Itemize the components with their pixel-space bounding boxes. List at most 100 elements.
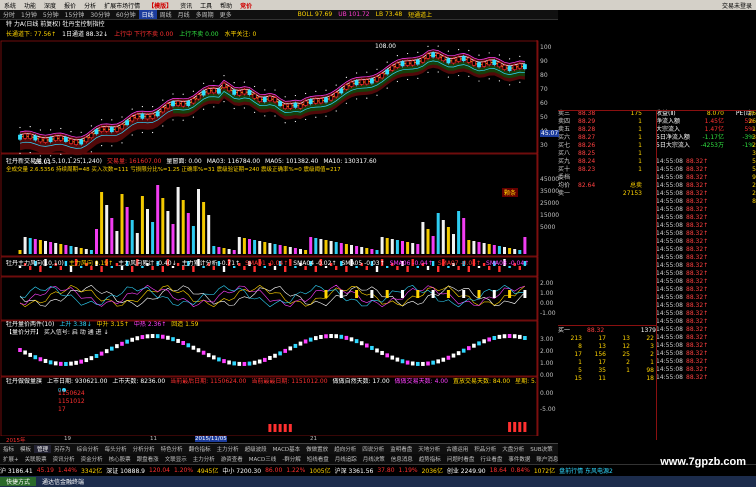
- indicator-tab[interactable]: 天地分析: [415, 445, 443, 453]
- signal-block: [375, 348, 379, 353]
- menu-item[interactable]: 工具: [196, 1, 216, 10]
- flow-label: 大宗流入: [656, 126, 681, 133]
- indicator-tab[interactable]: 趋向分析: [331, 445, 359, 453]
- envelope-dot: [376, 94, 378, 96]
- timeframe-tab[interactable]: 分时: [0, 10, 18, 19]
- indicator-tab[interactable]: 月线决策: [360, 455, 388, 463]
- indicator-tab[interactable]: 事件数据: [505, 455, 533, 463]
- indicator-tab[interactable]: 文联显示: [162, 455, 190, 463]
- menu-item[interactable]: 功能: [20, 1, 40, 10]
- indicator-tab[interactable]: MACD基本: [270, 445, 304, 453]
- candle-body: [232, 89, 237, 95]
- index-quote: 120.04: [149, 467, 170, 474]
- indicator-tab[interactable]: -群分解: [279, 455, 304, 463]
- candle-body: [385, 69, 390, 75]
- menu-item[interactable]: 深度: [40, 1, 60, 10]
- indicator-tab[interactable]: 资金分析: [78, 455, 106, 463]
- tick-price: 88.32↑: [686, 374, 709, 381]
- candle-body: [94, 129, 99, 135]
- volume-bar: [44, 241, 47, 254]
- timeframe-tab[interactable]: 多周期: [193, 10, 217, 19]
- tick-price: 88.32↑: [686, 214, 709, 221]
- indicator-tab[interactable]: 游资查看: [218, 455, 246, 463]
- timeframe-tab[interactable]: 60分钟: [113, 10, 139, 19]
- indicator-tab[interactable]: 模板: [17, 445, 34, 453]
- indicator-tab[interactable]: 古德运用: [443, 445, 471, 453]
- volume-bar: [186, 213, 190, 254]
- indicator-line: 长通道下: 77.56↑ 1日通道 88.32↓ 上行中 下行不卖 0.00 上行不卖…: [6, 30, 558, 40]
- indicator-tab[interactable]: 指标: [0, 445, 17, 453]
- indicator-tab[interactable]: 跟盘看涨: [134, 455, 162, 463]
- menu-item[interactable]: 报价: [60, 1, 80, 10]
- menu-item[interactable]: 【模版】: [144, 1, 176, 10]
- indicator-tab[interactable]: 行业看盘: [477, 455, 505, 463]
- indicator-tab[interactable]: 核心股票: [106, 455, 134, 463]
- menu-item[interactable]: 分析: [80, 1, 100, 10]
- menu-item[interactable]: 竞价: [236, 1, 256, 10]
- indicator-tab[interactable]: 综合分析: [74, 445, 102, 453]
- signal-block: [69, 361, 73, 366]
- timeframe-tab[interactable]: 1分钟: [18, 10, 40, 19]
- indicator-tab[interactable]: SMP决策: [556, 445, 558, 453]
- indicator-tab[interactable]: 月线追踪: [332, 455, 360, 463]
- envelope-dot: [141, 105, 143, 108]
- volume-bar: [513, 249, 517, 254]
- indicator-tab[interactable]: 特色分析: [158, 445, 186, 453]
- indicator-tab[interactable]: 监明看盘: [387, 445, 415, 453]
- timeframe-tab[interactable]: 15分钟: [62, 10, 88, 19]
- indicator-tab[interactable]: 管理: [34, 445, 52, 453]
- indicator-tab[interactable]: 短线看盘: [304, 455, 332, 463]
- timeframe-tab[interactable]: 30分钟: [87, 10, 113, 19]
- indicator-tab[interactable]: 超级波段: [242, 445, 270, 453]
- indicator-tab[interactable]: 资讯分析: [50, 455, 78, 463]
- volume-bar: [18, 250, 22, 254]
- start-button[interactable]: 快捷方式: [0, 477, 37, 486]
- timeframe-tab[interactable]: 5分钟: [40, 10, 62, 19]
- indicator-tab[interactable]: 信息消息: [388, 455, 416, 463]
- indicator-tab[interactable]: 主力分析: [190, 455, 218, 463]
- indicator-tab[interactable]: 每头分析: [102, 445, 130, 453]
- indicator-tab[interactable]: 积品分析: [471, 445, 499, 453]
- timeframe-tab[interactable]: 日线: [138, 10, 157, 19]
- indicator-tab[interactable]: 问题时看盘: [444, 455, 478, 463]
- signal-block: [171, 337, 175, 342]
- menu-item[interactable]: 扩展市场行情: [100, 1, 144, 10]
- taskbar-app[interactable]: 通达信金融终端: [36, 477, 90, 486]
- indicator-tab[interactable]: 扩展+: [0, 455, 22, 463]
- timeframe-tab[interactable]: 月线: [175, 10, 193, 19]
- indicator-tab[interactable]: MACD三线: [246, 455, 280, 463]
- y-axis-tick: 100: [540, 44, 552, 51]
- volume-bar: [370, 249, 374, 254]
- timeframe-tab[interactable]: 周线: [157, 10, 175, 19]
- signal-block: [94, 353, 99, 358]
- indicator-value: 交易量: 161607.00: [107, 158, 162, 165]
- candle-body: [466, 57, 471, 63]
- candle-body: [28, 133, 33, 139]
- candle-body: [517, 63, 522, 69]
- tick-price: 88.32↑: [686, 198, 709, 205]
- menu-item[interactable]: 资讯: [176, 1, 196, 10]
- indicator-tab[interactable]: 账户消息: [533, 455, 558, 463]
- menu-item[interactable]: 系统: [0, 1, 20, 10]
- indicator-tab[interactable]: 另存为: [51, 445, 74, 453]
- signal-block: [217, 357, 221, 362]
- kline-chart-area[interactable]: 108.0026.01: [0, 40, 558, 436]
- indicator-tab[interactable]: 做做置放: [303, 445, 331, 453]
- flow-label: 收益(Ⅱ): [656, 110, 676, 117]
- y-axis-tick: 30: [540, 142, 548, 149]
- login-status[interactable]: 交易未登录: [718, 1, 756, 10]
- indicator-tab[interactable]: 分析分析: [130, 445, 158, 453]
- menu-item[interactable]: 帮助: [216, 1, 236, 10]
- indicator-tab[interactable]: 四说分析: [359, 445, 387, 453]
- indicator-tab[interactable]: SUB决策: [527, 445, 555, 453]
- indicator-tab[interactable]: 翻仓指标: [186, 445, 214, 453]
- indicator-tab[interactable]: 趋势指标: [416, 455, 444, 463]
- indicator-tab[interactable]: 关联股票: [22, 455, 50, 463]
- signal-block: [59, 361, 63, 366]
- indicator-value: 上行不卖 0.00: [179, 31, 219, 38]
- timeframe-tab[interactable]: 更多: [217, 10, 235, 19]
- volume-bar: [339, 243, 343, 254]
- indicator-tab[interactable]: 主力分析: [214, 445, 242, 453]
- indicator-tab[interactable]: 大盘分析: [499, 445, 527, 453]
- tick-row: 14:55:08 88.32↑: [656, 302, 756, 310]
